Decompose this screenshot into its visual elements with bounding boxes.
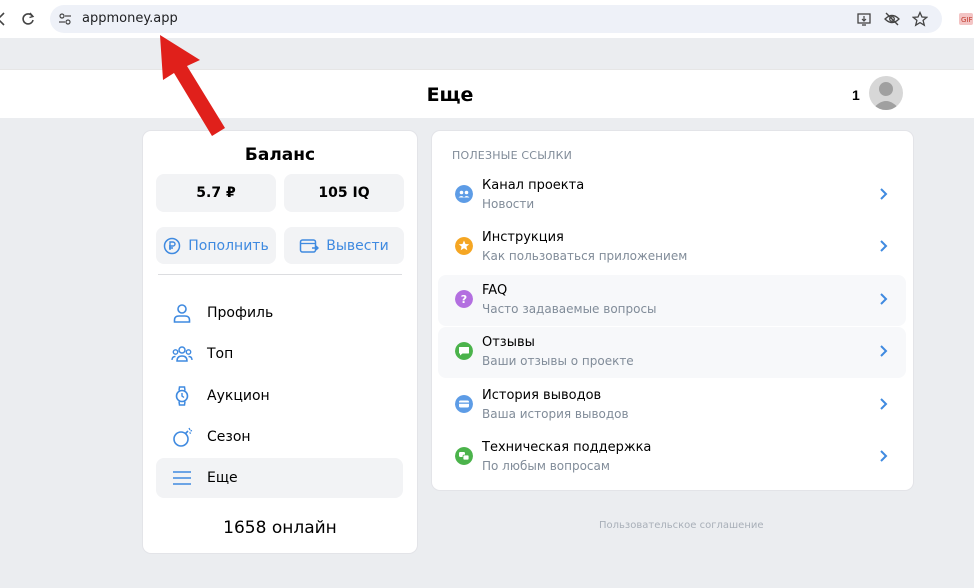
link-channel[interactable]: Канал проекта Новости bbox=[438, 170, 906, 221]
topup-label: Пополнить bbox=[188, 237, 269, 254]
star-icon bbox=[455, 237, 473, 255]
avatar[interactable] bbox=[869, 76, 903, 110]
browser-toolbar: appmoney.app GIF bbox=[0, 0, 974, 38]
link-reviews[interactable]: Отзывы Ваши отзывы о проекте bbox=[438, 327, 906, 378]
user-agreement-link[interactable]: Пользовательское соглашение bbox=[599, 520, 764, 531]
section-title: ПОЛЕЗНЫЕ ССЫЛКИ bbox=[452, 149, 573, 162]
bookmark-star-icon[interactable] bbox=[912, 11, 928, 27]
withdraw-button[interactable]: Вывести bbox=[284, 227, 404, 264]
link-subtitle: По любым вопросам bbox=[482, 459, 610, 473]
app-header: Еще 1 bbox=[0, 69, 974, 118]
link-subtitle: Как пользоваться приложением bbox=[482, 249, 688, 263]
site-info-icon[interactable] bbox=[58, 12, 72, 26]
users-icon bbox=[455, 185, 473, 203]
balance-card: Баланс 5.7 ₽ 105 IQ Пополнить Вывести Пр… bbox=[143, 131, 417, 553]
link-title: Техническая поддержка bbox=[482, 440, 652, 455]
chevron-right-icon bbox=[880, 345, 888, 357]
divider bbox=[158, 274, 402, 275]
watch-icon bbox=[175, 386, 189, 406]
url-text[interactable]: appmoney.app bbox=[82, 11, 178, 26]
rub-balance: 5.7 ₽ bbox=[156, 174, 276, 212]
online-count: 1658 онлайн bbox=[223, 518, 337, 538]
menu-item-label: Профиль bbox=[207, 305, 274, 321]
eye-off-icon[interactable] bbox=[884, 11, 900, 27]
links-card: ПОЛЕЗНЫЕ ССЫЛКИ Канал проекта Новости Ин… bbox=[432, 131, 913, 490]
forward-icon[interactable] bbox=[0, 11, 10, 27]
user-count: 1 bbox=[852, 87, 860, 103]
user-avatar-icon bbox=[872, 82, 900, 110]
link-subtitle: Новости bbox=[482, 197, 535, 211]
topup-button[interactable]: Пополнить bbox=[156, 227, 276, 264]
red-arrow-icon bbox=[160, 35, 225, 136]
withdraw-label: Вывести bbox=[326, 237, 389, 254]
chevron-right-icon bbox=[880, 450, 888, 462]
chevron-right-icon bbox=[880, 293, 888, 305]
support-icon bbox=[455, 447, 473, 465]
link-subtitle: Часто задаваемые вопросы bbox=[482, 302, 657, 316]
link-title: Отзывы bbox=[482, 335, 535, 350]
link-support[interactable]: Техническая поддержка По любым вопросам bbox=[438, 432, 906, 483]
link-faq[interactable]: ? FAQ Часто задаваемые вопросы bbox=[438, 275, 906, 326]
menu-item-profile[interactable]: Профиль bbox=[156, 293, 403, 333]
profile-icon bbox=[173, 304, 191, 323]
menu-item-auction[interactable]: Аукцион bbox=[156, 376, 403, 416]
menu-item-season[interactable]: Сезон bbox=[156, 417, 403, 457]
page-title: Еще bbox=[426, 84, 474, 106]
link-title: Инструкция bbox=[482, 230, 564, 245]
users-icon bbox=[171, 346, 193, 362]
question-icon: ? bbox=[455, 290, 473, 308]
link-instruction[interactable]: Инструкция Как пользоваться приложением bbox=[438, 222, 906, 273]
link-subtitle: Ваша история выводов bbox=[482, 407, 629, 421]
svg-text:?: ? bbox=[461, 293, 467, 306]
message-icon bbox=[455, 342, 473, 360]
svg-text:GIF: GIF bbox=[961, 16, 973, 24]
wallet-out-icon bbox=[300, 238, 320, 253]
chevron-right-icon bbox=[880, 188, 888, 200]
menu-item-label: Аукцион bbox=[207, 388, 270, 404]
iq-balance: 105 IQ bbox=[284, 174, 404, 212]
install-app-icon[interactable] bbox=[856, 11, 872, 27]
link-subtitle: Ваши отзывы о проекте bbox=[482, 354, 634, 368]
menu-item-top[interactable]: Топ bbox=[156, 334, 403, 374]
menu-item-label: Еще bbox=[207, 470, 238, 486]
address-bar[interactable]: appmoney.app bbox=[50, 5, 942, 33]
menu-item-label: Сезон bbox=[207, 429, 251, 445]
balance-title: Баланс bbox=[244, 145, 316, 165]
link-title: FAQ bbox=[482, 283, 508, 298]
chevron-right-icon bbox=[880, 398, 888, 410]
menu-item-more[interactable]: Еще bbox=[156, 458, 403, 498]
menu-item-label: Топ bbox=[207, 346, 234, 362]
chevron-right-icon bbox=[880, 240, 888, 252]
link-withdraw-history[interactable]: История выводов Ваша история выводов bbox=[438, 380, 906, 431]
link-title: Канал проекта bbox=[482, 178, 585, 193]
reload-icon[interactable] bbox=[20, 11, 36, 27]
extension-icon[interactable]: GIF bbox=[958, 11, 974, 27]
ruble-icon bbox=[164, 237, 181, 254]
wallet-icon bbox=[455, 395, 473, 413]
menu-icon bbox=[173, 471, 191, 485]
link-title: История выводов bbox=[482, 388, 602, 403]
bomb-icon bbox=[173, 427, 193, 447]
